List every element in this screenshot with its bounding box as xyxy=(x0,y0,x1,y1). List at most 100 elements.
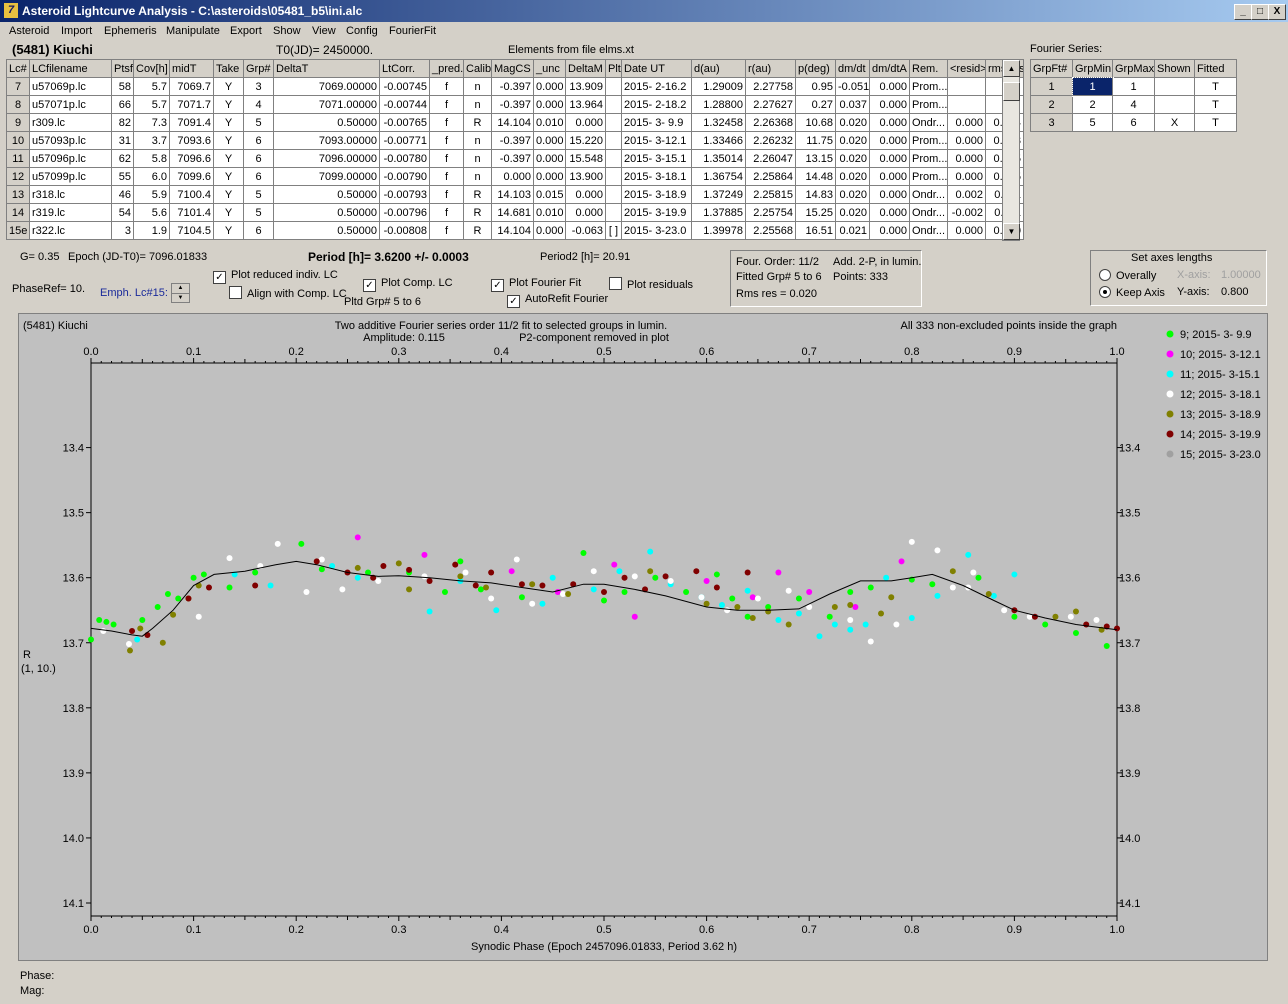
table-cell[interactable]: 2015- 2-16.2 xyxy=(621,77,692,96)
fourier-row[interactable]: 224T xyxy=(1030,95,1237,114)
table-cell[interactable]: 1.28800 xyxy=(691,95,746,114)
table-cell[interactable]: 55 xyxy=(111,167,134,186)
table-cell[interactable]: -0.00771 xyxy=(379,131,430,150)
table-cell[interactable]: 2.26047 xyxy=(745,149,796,168)
table-cell[interactable]: 0.020 xyxy=(835,203,870,222)
y-axis-value[interactable]: 0.800 xyxy=(1221,286,1249,298)
column-header[interactable]: Cov[h] xyxy=(133,59,170,78)
fourier-cell[interactable]: 1 xyxy=(1030,77,1073,96)
table-cell[interactable]: 0.000 xyxy=(533,167,566,186)
table-cell[interactable]: 7104.5 xyxy=(169,221,214,240)
table-cell[interactable]: 46 xyxy=(111,185,134,204)
table-cell[interactable]: 5.8 xyxy=(133,149,170,168)
table-cell[interactable]: 14.83 xyxy=(795,185,836,204)
table-cell[interactable]: 11.75 xyxy=(795,131,836,150)
table-cell[interactable]: 0.000 xyxy=(533,221,566,240)
table-cell[interactable]: 7100.4 xyxy=(169,185,214,204)
table-cell[interactable]: -0.00793 xyxy=(379,185,430,204)
table-cell[interactable]: -0.00744 xyxy=(379,95,430,114)
table-cell[interactable]: 12 xyxy=(6,167,30,186)
table-cell[interactable]: 3 xyxy=(243,77,274,96)
spin-down-icon[interactable]: ▼ xyxy=(172,294,189,302)
table-cell[interactable]: 0.000 xyxy=(533,95,566,114)
table-cell[interactable]: 0.020 xyxy=(835,185,870,204)
column-header[interactable]: Ptsf xyxy=(111,59,134,78)
column-header[interactable]: _unc xyxy=(533,59,566,78)
table-cell[interactable]: 0.037 xyxy=(835,95,870,114)
table-cell[interactable] xyxy=(605,167,622,186)
table-cell[interactable]: u57069p.lc xyxy=(29,77,112,96)
table-cell[interactable]: f xyxy=(429,131,464,150)
fourier-cell[interactable]: 6 xyxy=(1112,113,1155,132)
table-scrollbar[interactable]: ▲ ▼ xyxy=(1002,59,1020,241)
fourier-cell[interactable]: 1 xyxy=(1071,76,1114,97)
table-cell[interactable]: -0.00765 xyxy=(379,113,430,132)
table-cell[interactable]: 2.25568 xyxy=(745,221,796,240)
table-cell[interactable]: r319.lc xyxy=(29,203,112,222)
fourier-cell[interactable]: T xyxy=(1194,95,1237,114)
table-cell[interactable]: 7096.6 xyxy=(169,149,214,168)
fourier-cell[interactable]: T xyxy=(1194,77,1237,96)
column-header[interactable]: LtCorr. xyxy=(379,59,430,78)
table-cell[interactable]: 0.010 xyxy=(533,203,566,222)
table-cell[interactable]: 0.50000 xyxy=(273,113,380,132)
table-cell[interactable]: -0.063 xyxy=(565,221,606,240)
menu-config[interactable]: Config xyxy=(346,25,378,37)
table-cell[interactable]: 1.32458 xyxy=(691,113,746,132)
align-comp-checkbox[interactable]: Align with Comp. LC xyxy=(229,286,347,300)
column-header[interactable]: Calib. xyxy=(463,59,492,78)
table-cell[interactable] xyxy=(605,95,622,114)
table-cell[interactable]: 2.27627 xyxy=(745,95,796,114)
table-cell[interactable] xyxy=(605,149,622,168)
table-cell[interactable]: 0.000 xyxy=(869,95,910,114)
column-header[interactable]: midT xyxy=(169,59,214,78)
table-cell[interactable]: 7069.7 xyxy=(169,77,214,96)
table-cell[interactable]: 7093.6 xyxy=(169,131,214,150)
table-cell[interactable]: 14.103 xyxy=(491,185,534,204)
table-cell[interactable]: 14.48 xyxy=(795,167,836,186)
table-cell[interactable]: 10 xyxy=(6,131,30,150)
table-cell[interactable]: 1.37885 xyxy=(691,203,746,222)
table-row[interactable]: 7 u57069p.lc 58 5.7 7069.7 Y 3 7069.00000 -0.007… xyxy=(6,77,1024,96)
fourier-column-header[interactable]: Shown xyxy=(1154,59,1195,78)
table-cell[interactable]: 0.000 xyxy=(869,203,910,222)
maximize-button[interactable]: □ xyxy=(1251,4,1269,20)
table-cell[interactable]: Y xyxy=(213,149,244,168)
table-cell[interactable]: 0.002 xyxy=(947,185,986,204)
column-header[interactable]: Lc# xyxy=(6,59,30,78)
table-cell[interactable]: 2015- 3-23.0 xyxy=(621,221,692,240)
table-cell[interactable] xyxy=(605,203,622,222)
table-cell[interactable]: 7093.00000 xyxy=(273,131,380,150)
emph-spinner[interactable]: ▲ ▼ xyxy=(171,283,190,303)
table-cell[interactable]: 7.3 xyxy=(133,113,170,132)
table-cell[interactable]: 1.29009 xyxy=(691,77,746,96)
table-cell[interactable]: 0.000 xyxy=(533,149,566,168)
table-cell[interactable]: 15.25 xyxy=(795,203,836,222)
table-cell[interactable]: 7091.4 xyxy=(169,113,214,132)
table-cell[interactable]: f xyxy=(429,221,464,240)
column-header[interactable]: MagCS xyxy=(491,59,534,78)
table-cell[interactable]: 14.104 xyxy=(491,221,534,240)
lightcurve-plot[interactable]: (5481) Kiuchi Two additive Fourier serie… xyxy=(18,313,1268,961)
table-cell[interactable]: Y xyxy=(213,95,244,114)
table-cell[interactable]: 15.220 xyxy=(565,131,606,150)
column-header[interactable]: r(au) xyxy=(745,59,796,78)
table-cell[interactable]: 0.020 xyxy=(835,131,870,150)
table-cell[interactable]: 7099.00000 xyxy=(273,167,380,186)
table-cell[interactable]: 0.000 xyxy=(947,131,986,150)
fourier-column-header[interactable]: GrpMin xyxy=(1072,59,1113,78)
table-cell[interactable]: 0.000 xyxy=(947,167,986,186)
table-row[interactable]: 14 r319.lc 54 5.6 7101.4 Y 5 0.50000 -0.00796 f R 1… xyxy=(6,203,1024,222)
table-cell[interactable]: Prom... xyxy=(909,95,948,114)
table-cell[interactable]: 0.000 xyxy=(533,77,566,96)
table-cell[interactable]: n xyxy=(463,77,492,96)
table-cell[interactable]: Ondr... xyxy=(909,221,948,240)
table-cell[interactable]: 0.021 xyxy=(835,221,870,240)
table-cell[interactable]: 1.33466 xyxy=(691,131,746,150)
table-row[interactable]: 13 r318.lc 46 5.9 7100.4 Y 5 0.50000 -0.00793 f R 1… xyxy=(6,185,1024,204)
table-cell[interactable]: -0.00745 xyxy=(379,77,430,96)
table-cell[interactable]: 58 xyxy=(111,77,134,96)
table-cell[interactable]: f xyxy=(429,203,464,222)
table-cell[interactable]: R xyxy=(463,221,492,240)
table-cell[interactable]: 13.900 xyxy=(565,167,606,186)
